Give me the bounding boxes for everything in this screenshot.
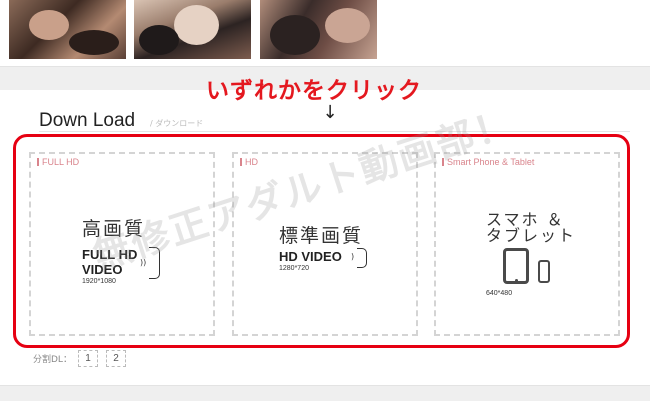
video-format-label: HD VIDEO [279,249,342,264]
header-rule [39,131,630,132]
bracket-decoration [149,247,160,279]
thumbnail-image[interactable] [134,0,251,59]
split-part-2-button[interactable]: 2 [106,350,126,367]
download-title: Down Load [39,110,136,131]
download-full-hd-button[interactable]: FULL HD 高画質 FULL HD VIDEO )) 1920*1080 [29,152,215,336]
resolution-label: 1280*720 [279,265,309,272]
wave-icon: ) [351,252,355,261]
smartphone-icon [538,260,550,283]
wave-icon: )) [140,258,147,267]
down-arrow-icon: ↓ [322,102,338,123]
split-part-1-button[interactable]: 1 [78,350,98,367]
device-label: タブレット [486,226,577,245]
bracket-decoration [357,248,367,268]
click-instruction: いずれかをクリック [206,78,422,104]
download-subtitle: / ダウンロード [150,119,204,128]
quality-label: 高画質 [82,218,146,240]
tablet-icon [503,248,529,284]
download-smartphone-tablet-button[interactable]: Smart Phone & Tablet スマホ ＆ タブレット 640*480 [434,152,620,336]
resolution-label: 640*480 [486,290,513,297]
quality-label: 標準画質 [279,225,364,247]
card-label: HD [240,157,258,167]
split-download-label: 分割DL： [33,355,72,365]
thumbnail-image[interactable] [260,0,377,59]
video-format-label: VIDEO [82,262,123,277]
download-hd-button[interactable]: HD 標準画質 HD VIDEO ) 1280*720 [232,152,418,336]
card-label: Smart Phone & Tablet [442,157,534,167]
thumbnail-strip [0,0,650,64]
video-format-label: FULL HD [82,247,138,262]
resolution-label: 1920*1080 [82,278,116,285]
card-label: FULL HD [37,157,79,167]
thumbnail-image[interactable] [9,0,126,59]
section-divider [0,385,650,401]
